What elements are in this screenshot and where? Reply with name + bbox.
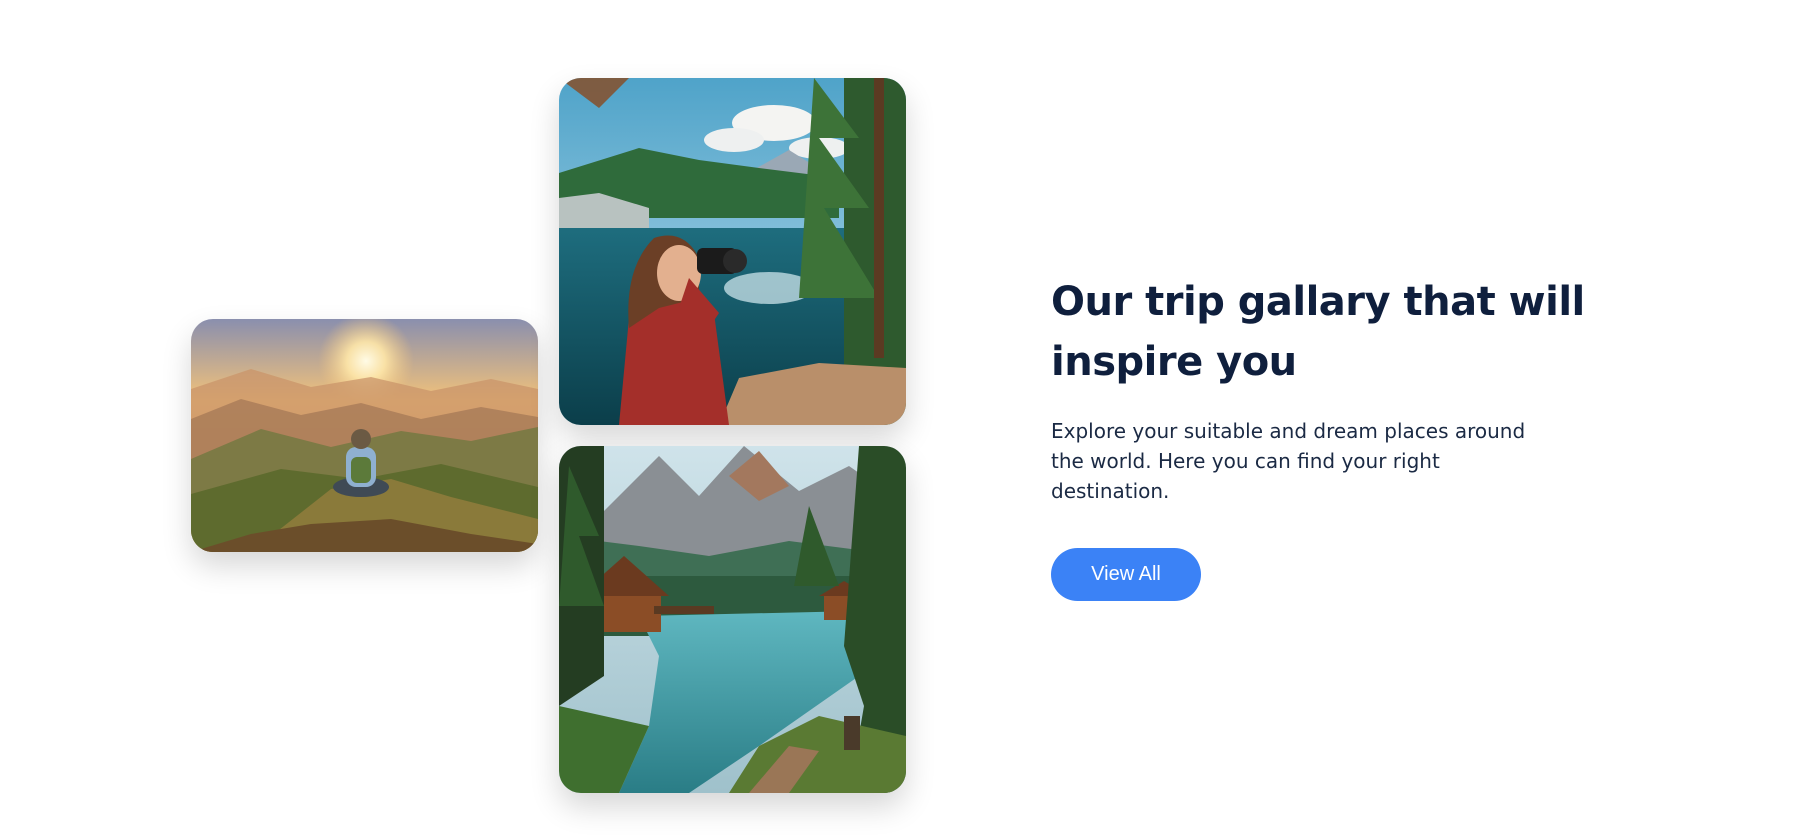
view-all-button[interactable]: View All	[1051, 548, 1201, 601]
photographer-photo-icon	[559, 78, 906, 425]
gallery-image-cabin[interactable]	[559, 446, 906, 793]
gallery-section: Our trip gallary that will inspire you E…	[0, 0, 1812, 839]
gallery-image-photographer[interactable]	[559, 78, 906, 425]
gallery-text-block: Our trip gallary that will inspire you E…	[1051, 272, 1611, 601]
gallery-image-sunset-hiker[interactable]	[191, 319, 538, 552]
section-heading: Our trip gallary that will inspire you	[1051, 279, 1585, 385]
cabin-photo-icon	[559, 446, 906, 793]
sunset-photo-icon	[191, 319, 538, 552]
section-description: Explore your suitable and dream places a…	[1051, 419, 1526, 503]
